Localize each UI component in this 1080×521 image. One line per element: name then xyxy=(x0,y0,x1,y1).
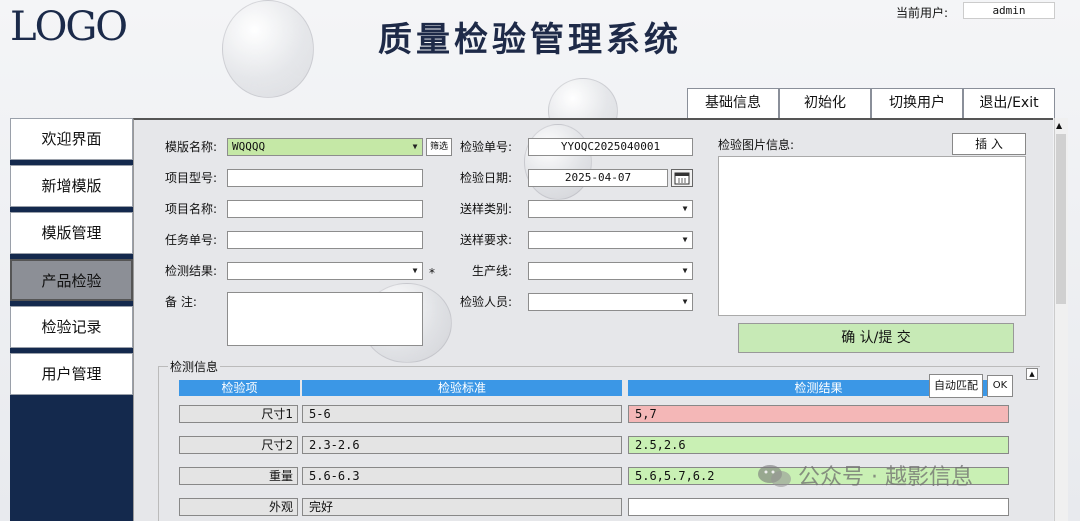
inspection-date-label: 检验日期: xyxy=(460,171,513,185)
column-header-item: 检验项 xyxy=(179,380,300,396)
table-row-item: 外观 xyxy=(179,498,298,516)
sidebar-item-inspection-records[interactable]: 检验记录 xyxy=(10,306,133,348)
sidebar-item-product-inspection[interactable]: 产品检验 xyxy=(10,259,133,301)
detection-section-title: 检测信息 xyxy=(168,358,221,376)
task-number-label: 任务单号: xyxy=(165,233,218,247)
chevron-down-icon[interactable]: ▼ xyxy=(679,233,691,247)
template-name-value: WQQQQ xyxy=(232,140,266,153)
inspector-label: 检验人员: xyxy=(460,295,513,309)
table-row-result[interactable]: 2.5,2.6 xyxy=(628,436,1009,454)
remark-label: 备 注: xyxy=(165,295,197,309)
decorative-bubble xyxy=(524,124,592,200)
template-name-select[interactable]: WQQQQ ▼ xyxy=(227,138,423,156)
inspection-image-area[interactable] xyxy=(718,156,1026,316)
inspection-date-input[interactable]: 2025-04-07 xyxy=(528,169,668,187)
scroll-up-icon[interactable]: ▲ xyxy=(1026,368,1038,380)
calendar-icon[interactable] xyxy=(671,169,693,187)
production-line-label: 生产线: xyxy=(472,264,513,278)
wechat-icon xyxy=(756,462,794,490)
sidebar-item-template-management[interactable]: 模版管理 xyxy=(10,212,133,254)
sample-type-select[interactable]: ▼ xyxy=(528,200,693,218)
current-user-label: 当前用户: xyxy=(896,6,949,20)
test-result-select[interactable]: ▼ xyxy=(227,262,423,280)
ok-button[interactable]: OK xyxy=(987,375,1013,397)
table-row-item: 重量 xyxy=(179,467,298,485)
scrollbar-thumb[interactable] xyxy=(1056,134,1066,304)
sidebar-item-user-management[interactable]: 用户管理 xyxy=(10,353,133,395)
confirm-submit-button[interactable]: 确 认/提 交 xyxy=(738,323,1014,353)
exit-button[interactable]: 退出/Exit xyxy=(963,88,1055,118)
project-name-input[interactable] xyxy=(227,200,423,218)
table-row-standard: 5.6-6.3 xyxy=(302,467,622,485)
table-row-item: 尺寸1 xyxy=(179,405,298,423)
insert-image-button[interactable]: 插 入 xyxy=(952,133,1026,155)
inspection-image-label: 检验图片信息: xyxy=(718,138,795,152)
scroll-up-icon[interactable]: ▲ xyxy=(1056,121,1062,130)
sample-requirement-label: 送样要求: xyxy=(460,233,513,247)
initialize-button[interactable]: 初始化 xyxy=(779,88,871,118)
auto-match-button[interactable]: 自动匹配 xyxy=(929,374,983,398)
table-row-result[interactable] xyxy=(628,498,1009,516)
filter-button[interactable]: 筛选 xyxy=(426,138,452,156)
project-model-input[interactable] xyxy=(227,169,423,187)
remark-textarea[interactable] xyxy=(227,292,423,346)
table-row-result[interactable]: 5,7 xyxy=(628,405,1009,423)
inspection-number-label: 检验单号: xyxy=(460,140,513,154)
logo: LOGO xyxy=(10,4,128,50)
production-line-select[interactable]: ▼ xyxy=(528,262,693,280)
table-row-standard: 5-6 xyxy=(302,405,622,423)
required-mark: * xyxy=(429,266,435,280)
inspection-number-input[interactable]: YYOQC2025040001 xyxy=(528,138,693,156)
chevron-down-icon[interactable]: ▼ xyxy=(679,202,691,216)
table-row-standard: 完好 xyxy=(302,498,622,516)
basic-info-button[interactable]: 基础信息 xyxy=(687,88,779,118)
chevron-down-icon[interactable]: ▼ xyxy=(409,264,421,278)
table-row-standard: 2.3-2.6 xyxy=(302,436,622,454)
template-name-label: 模版名称: xyxy=(165,140,218,154)
chevron-down-icon[interactable]: ▼ xyxy=(679,264,691,278)
sample-type-label: 送样类别: xyxy=(460,202,513,216)
watermark-text: 公众号 · 越影信息 xyxy=(798,465,973,490)
sidebar: 欢迎界面 新增模版 模版管理 产品检验 检验记录 用户管理 xyxy=(10,118,133,521)
table-row-item: 尺寸2 xyxy=(179,436,298,454)
project-model-label: 项目型号: xyxy=(165,171,218,185)
chevron-down-icon[interactable]: ▼ xyxy=(679,295,691,309)
column-header-standard: 检验标准 xyxy=(302,380,622,396)
sidebar-item-welcome[interactable]: 欢迎界面 xyxy=(10,118,133,160)
page-title: 质量检验管理系统 xyxy=(378,20,682,60)
switch-user-button[interactable]: 切换用户 xyxy=(871,88,963,118)
test-result-label: 检测结果: xyxy=(165,264,218,278)
task-number-input[interactable] xyxy=(227,231,423,249)
sample-requirement-select[interactable]: ▼ xyxy=(528,231,693,249)
sidebar-item-new-template[interactable]: 新增模版 xyxy=(10,165,133,207)
inspector-select[interactable]: ▼ xyxy=(528,293,693,311)
decorative-bubble xyxy=(222,0,314,98)
project-name-label: 项目名称: xyxy=(165,202,218,216)
chevron-down-icon[interactable]: ▼ xyxy=(409,140,421,154)
current-user-value: admin xyxy=(963,2,1055,19)
